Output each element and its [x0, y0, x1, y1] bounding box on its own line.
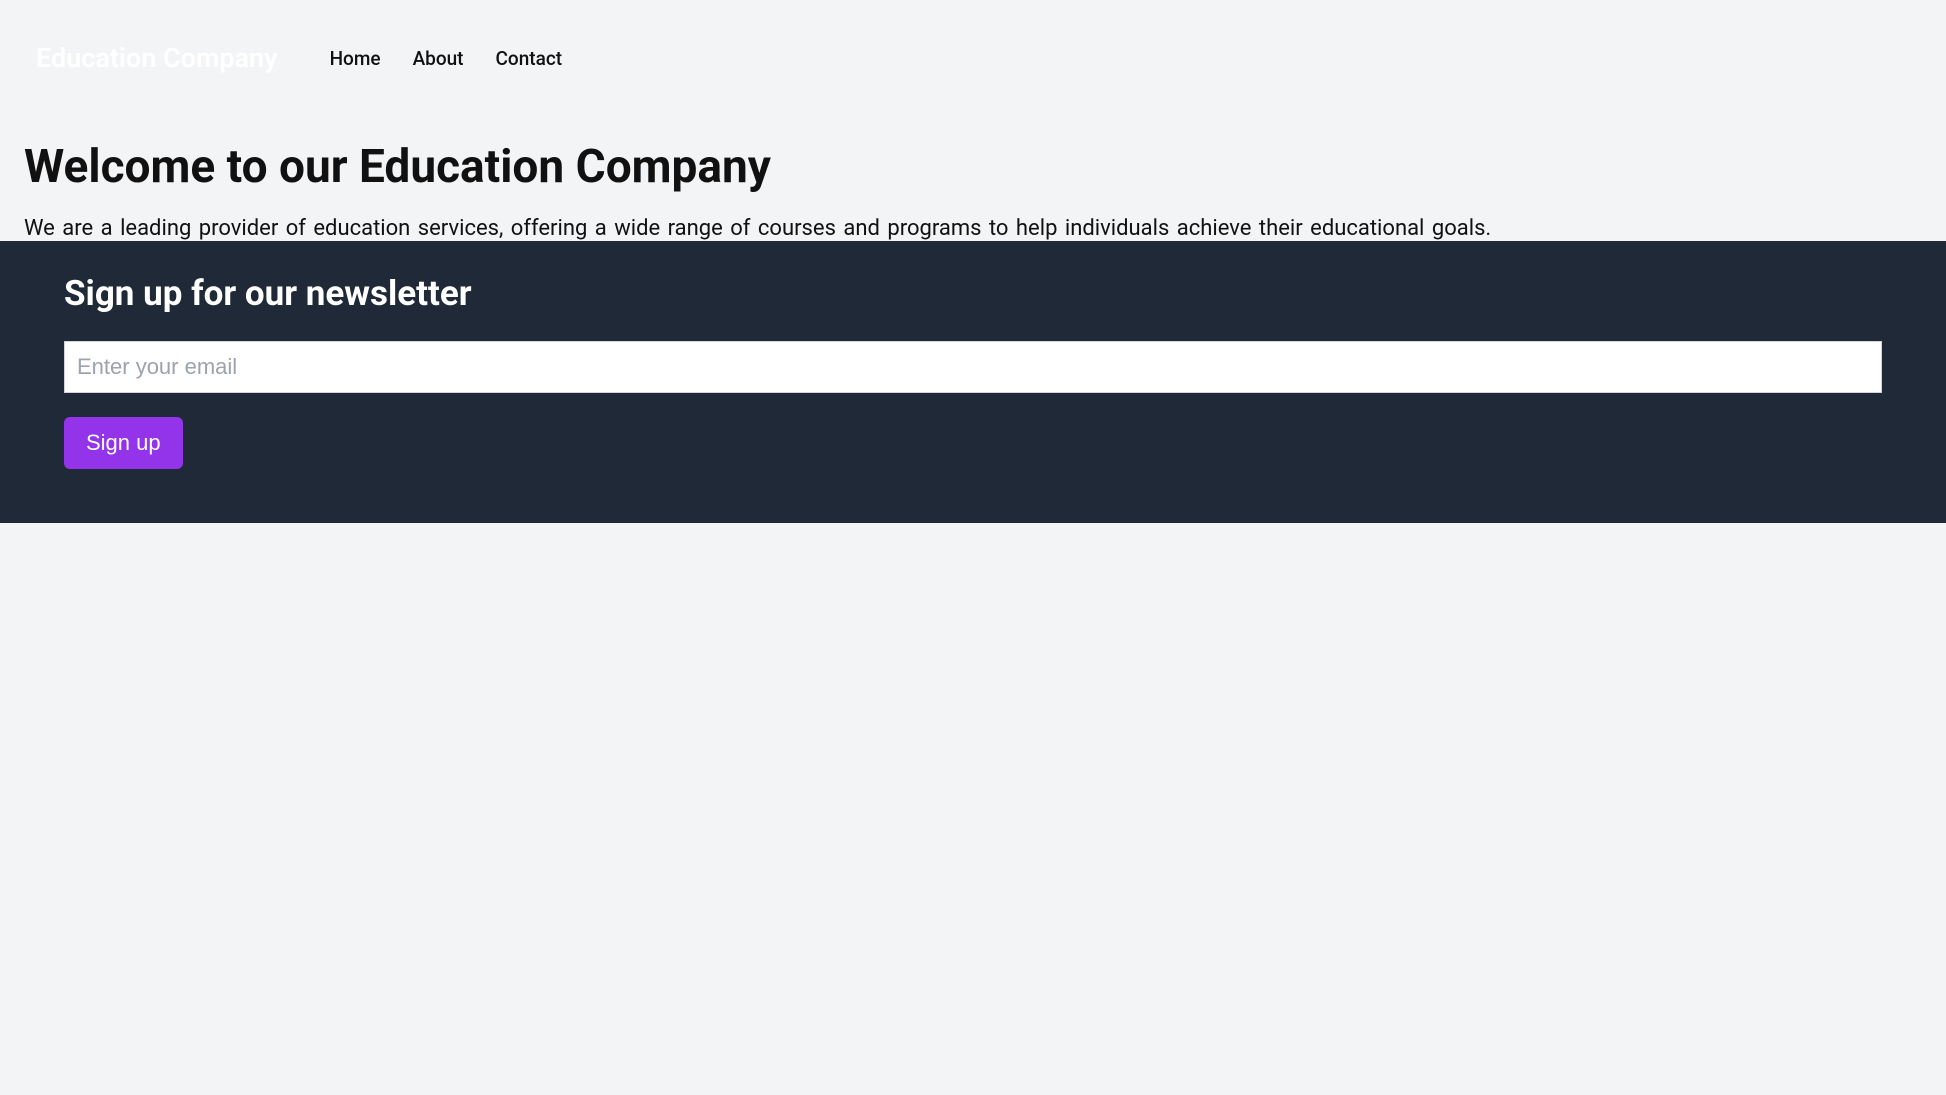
- page-title: Welcome to our Education Company: [24, 140, 1922, 194]
- main-content: Welcome to our Education Company We are …: [0, 116, 1946, 241]
- navbar: Education Company Home About Contact: [0, 0, 1946, 116]
- newsletter-title: Sign up for our newsletter: [64, 273, 1882, 314]
- page-description: We are a leading provider of education s…: [24, 216, 1922, 241]
- signup-button[interactable]: Sign up: [64, 417, 183, 469]
- brand-logo: Education Company: [36, 42, 278, 74]
- footer: Sign up for our newsletter Sign up: [0, 241, 1946, 523]
- nav-links: Home About Contact: [314, 47, 579, 70]
- nav-link-contact[interactable]: Contact: [480, 47, 579, 70]
- nav-link-home[interactable]: Home: [314, 47, 397, 70]
- nav-link-about[interactable]: About: [397, 47, 480, 70]
- email-field[interactable]: [64, 341, 1882, 393]
